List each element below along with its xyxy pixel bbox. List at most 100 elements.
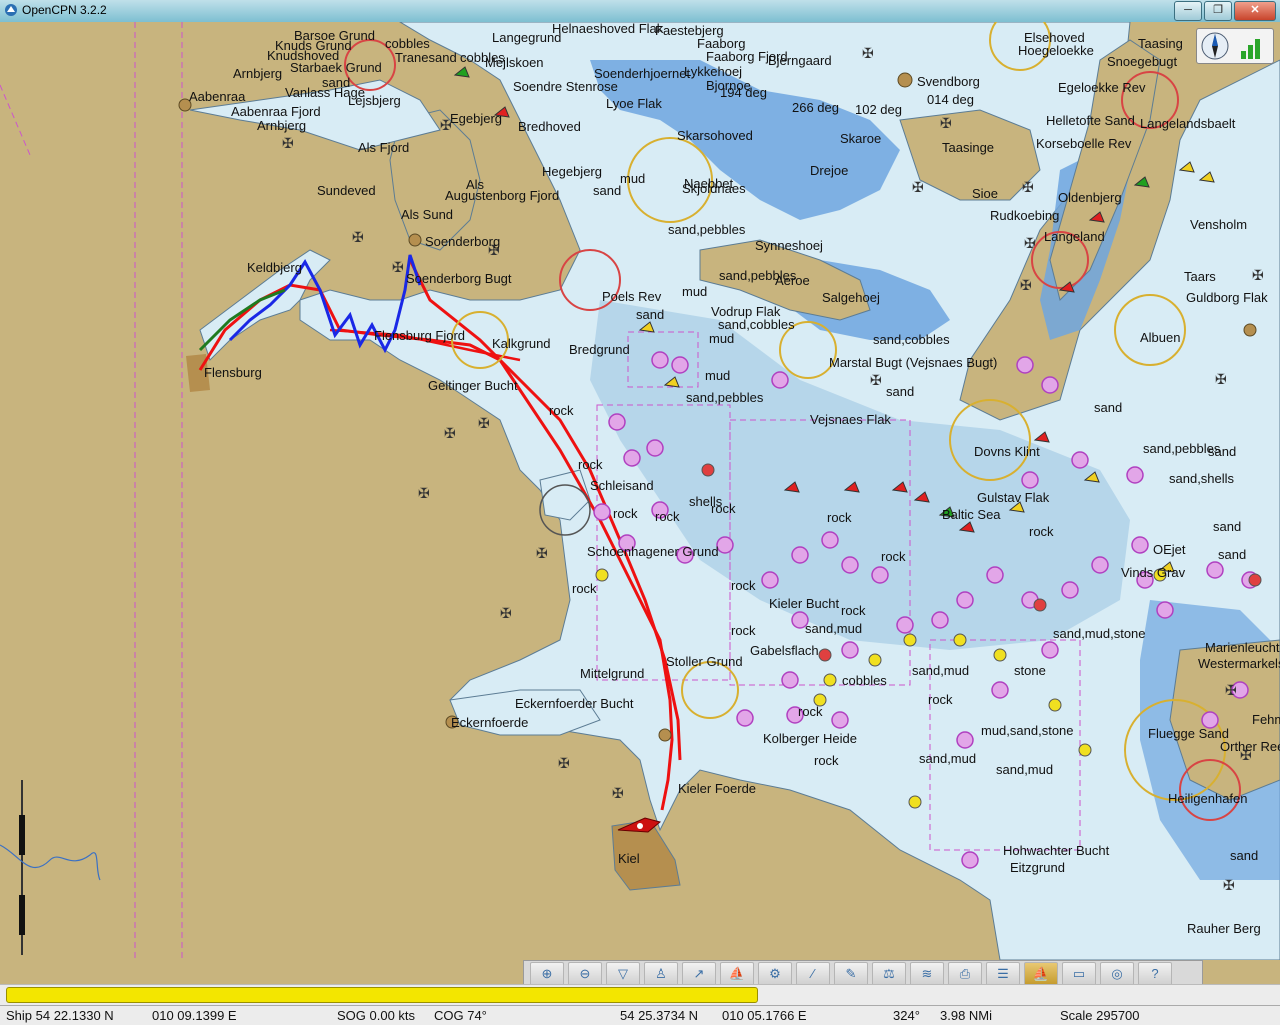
scale-in-button[interactable]: ▽ bbox=[606, 962, 640, 986]
svg-text:sand: sand bbox=[593, 183, 621, 198]
compass-widget[interactable] bbox=[1196, 28, 1274, 64]
about-button[interactable]: ? bbox=[1138, 962, 1172, 986]
svg-text:rock: rock bbox=[928, 692, 953, 707]
svg-text:Langegrund: Langegrund bbox=[492, 30, 561, 45]
svg-text:✠: ✠ bbox=[1223, 877, 1235, 893]
sog: SOG 0.00 kts bbox=[337, 1008, 416, 1023]
svg-text:mud: mud bbox=[709, 331, 734, 346]
svg-text:Aabenraa: Aabenraa bbox=[189, 89, 246, 104]
svg-text:rock: rock bbox=[731, 578, 756, 593]
track-button[interactable]: ⛵ bbox=[1024, 962, 1058, 986]
svg-text:Starbaek Grund: Starbaek Grund bbox=[290, 60, 382, 75]
svg-text:sand,pebbles: sand,pebbles bbox=[1143, 441, 1221, 456]
svg-text:rock: rock bbox=[613, 506, 638, 521]
svg-text:Bredgrund: Bredgrund bbox=[569, 342, 630, 357]
svg-text:mud: mud bbox=[705, 368, 730, 383]
svg-text:mud: mud bbox=[620, 171, 645, 186]
svg-text:Eitzgrund: Eitzgrund bbox=[1010, 860, 1065, 875]
svg-text:✠: ✠ bbox=[912, 179, 924, 195]
scale-out-button[interactable]: ♙ bbox=[644, 962, 678, 986]
svg-text:Gulstav Flak: Gulstav Flak bbox=[977, 490, 1050, 505]
settings-button[interactable]: ⚙ bbox=[758, 962, 792, 986]
svg-text:mud: mud bbox=[682, 284, 707, 299]
svg-text:sand,mud: sand,mud bbox=[805, 621, 862, 636]
svg-text:✠: ✠ bbox=[478, 415, 490, 431]
chart-canvas[interactable]: ✠ ✠ ✠ ✠ ✠ ✠ ✠ ✠ ✠ ✠ ✠ ✠ ✠ ✠ ✠ ✠ ✠ ✠ ✠ ✠ ✠ ✠ ✠ ✠ Bars… bbox=[0, 22, 1280, 960]
svg-text:Aabenraa Fjord: Aabenraa Fjord bbox=[231, 104, 321, 119]
svg-text:Baltic Sea: Baltic Sea bbox=[942, 507, 1001, 522]
svg-text:Snoegebugt: Snoegebugt bbox=[1107, 54, 1178, 69]
svg-text:✠: ✠ bbox=[536, 545, 548, 561]
mob-button[interactable]: ◎ bbox=[1100, 962, 1134, 986]
svg-text:✠: ✠ bbox=[1225, 682, 1237, 698]
svg-text:rock: rock bbox=[881, 549, 906, 564]
svg-text:Skaroe: Skaroe bbox=[840, 131, 881, 146]
svg-text:Als Sund: Als Sund bbox=[401, 207, 453, 222]
zoom-in-button[interactable]: ⊕ bbox=[530, 962, 564, 986]
nautical-chart[interactable]: ✠✠ ✠✠ ✠✠ ✠✠ ✠✠ ✠✠ ✠✠ ✠ ✠ ✠✠ ✠✠ ✠✠ ✠✠ Bars… bbox=[0, 22, 1280, 960]
svg-text:Oldenbjerg: Oldenbjerg bbox=[1058, 190, 1122, 205]
window-title: OpenCPN 3.2.2 bbox=[22, 3, 107, 17]
svg-text:✠: ✠ bbox=[444, 425, 456, 441]
close-button[interactable]: ✕ bbox=[1234, 1, 1276, 21]
svg-text:sand: sand bbox=[1230, 848, 1258, 863]
svg-text:Tranesand: Tranesand bbox=[395, 50, 457, 65]
svg-text:sand,shells: sand,shells bbox=[1169, 471, 1235, 486]
svg-text:Egebjerg: Egebjerg bbox=[450, 111, 502, 126]
svg-text:Helletofte Sand: Helletofte Sand bbox=[1046, 113, 1135, 128]
svg-text:014 deg: 014 deg bbox=[927, 92, 974, 107]
cog: COG 74° bbox=[434, 1008, 487, 1023]
print-button[interactable]: ⎙ bbox=[948, 962, 982, 986]
svg-text:cobbles: cobbles bbox=[385, 36, 430, 51]
svg-text:Rauher Berg: Rauher Berg bbox=[1187, 921, 1261, 936]
svg-text:Svendborg: Svendborg bbox=[917, 74, 980, 89]
svg-text:Lyoe Flak: Lyoe Flak bbox=[606, 96, 662, 111]
svg-text:Helnaeshoved Flak: Helnaeshoved Flak bbox=[552, 22, 664, 36]
svg-text:✠: ✠ bbox=[500, 605, 512, 621]
route-manager-button[interactable]: ☰ bbox=[986, 962, 1020, 986]
svg-text:sand,mud: sand,mud bbox=[996, 762, 1053, 777]
svg-text:rock: rock bbox=[655, 509, 680, 524]
route-button[interactable]: ↗ bbox=[682, 962, 716, 986]
svg-text:✠: ✠ bbox=[352, 229, 364, 245]
svg-text:Rudkoebing: Rudkoebing bbox=[990, 208, 1059, 223]
svg-text:Als Fjord: Als Fjord bbox=[358, 140, 409, 155]
text-button[interactable]: ∕ bbox=[796, 962, 830, 986]
svg-text:Kieler Foerde: Kieler Foerde bbox=[678, 781, 756, 796]
svg-text:✠: ✠ bbox=[1252, 267, 1264, 283]
svg-text:OEjet: OEjet bbox=[1153, 542, 1186, 557]
color-scheme-button[interactable]: ▭ bbox=[1062, 962, 1096, 986]
opencpn-app-icon bbox=[5, 4, 17, 16]
current-tide-button[interactable]: ✎ bbox=[834, 962, 868, 986]
svg-text:sand,pebbles: sand,pebbles bbox=[686, 390, 764, 405]
svg-text:Bjerngaard: Bjerngaard bbox=[768, 53, 832, 68]
svg-text:Skjoldnaes: Skjoldnaes bbox=[682, 181, 746, 196]
svg-text:Arnbjerg: Arnbjerg bbox=[233, 66, 282, 81]
svg-text:Keldbjerg: Keldbjerg bbox=[247, 260, 302, 275]
svg-text:Augustenborg Fjord: Augustenborg Fjord bbox=[445, 188, 559, 203]
chart-quilting-button[interactable]: ≋ bbox=[910, 962, 944, 986]
restore-button[interactable]: ❐ bbox=[1204, 1, 1232, 21]
svg-text:Gabelsflach: Gabelsflach bbox=[750, 643, 819, 658]
tides-button[interactable]: ⚖ bbox=[872, 962, 906, 986]
svg-text:Eckernfoerde: Eckernfoerde bbox=[451, 715, 528, 730]
svg-text:✠: ✠ bbox=[940, 115, 952, 131]
svg-text:sand,mud: sand,mud bbox=[919, 751, 976, 766]
svg-text:✠: ✠ bbox=[1215, 371, 1227, 387]
svg-text:sand: sand bbox=[1094, 400, 1122, 415]
minimize-button[interactable]: ─ bbox=[1174, 1, 1202, 21]
svg-text:Kiel: Kiel bbox=[618, 851, 640, 866]
svg-text:✠: ✠ bbox=[418, 485, 430, 501]
svg-text:Hoegeloekke: Hoegeloekke bbox=[1018, 43, 1094, 58]
svg-text:Kolberger Heide: Kolberger Heide bbox=[763, 731, 857, 746]
svg-text:Synneshoej: Synneshoej bbox=[755, 238, 823, 253]
auto-follow-button[interactable]: ⛵ bbox=[720, 962, 754, 986]
svg-text:✠: ✠ bbox=[870, 372, 882, 388]
svg-text:Kieler Bucht: Kieler Bucht bbox=[769, 596, 839, 611]
cursor-lon: 010 05.1766 E bbox=[722, 1008, 807, 1023]
svg-text:Eckernfoerder Bucht: Eckernfoerder Bucht bbox=[515, 696, 634, 711]
svg-text:Soenderborg Bugt: Soenderborg Bugt bbox=[406, 271, 512, 286]
svg-text:Lejsbjerg: Lejsbjerg bbox=[348, 93, 401, 108]
svg-text:Fehmarn: Fehmarn bbox=[1252, 712, 1280, 727]
zoom-out-button[interactable]: ⊖ bbox=[568, 962, 602, 986]
